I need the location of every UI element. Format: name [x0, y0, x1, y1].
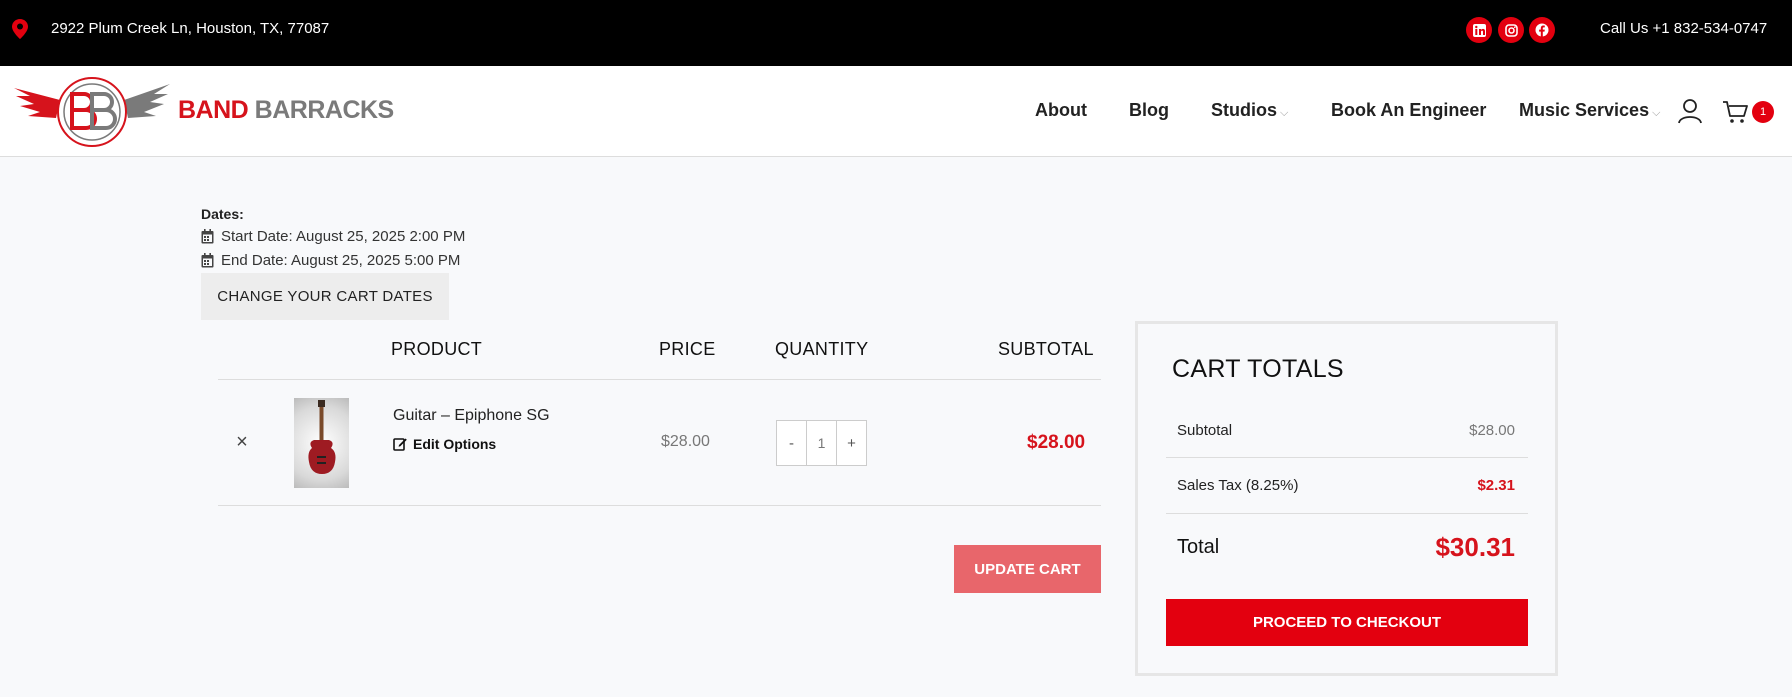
total-label: Total	[1177, 536, 1220, 558]
totals-divider	[1166, 513, 1528, 514]
column-header-product: PRODUCT	[391, 339, 483, 359]
calendar-icon	[201, 253, 214, 268]
calendar-icon	[201, 229, 214, 244]
quantity-stepper: - 1 +	[776, 420, 867, 466]
nav-studios[interactable]: Studios ⌵	[1211, 100, 1288, 121]
start-date-text: Start Date: August 25, 2025 2:00 PM	[221, 228, 466, 245]
linkedin-icon[interactable]	[1466, 17, 1492, 43]
nav-about[interactable]: About	[1035, 100, 1087, 121]
user-account-icon[interactable]	[1678, 98, 1702, 124]
chevron-down-icon: ⌵	[1280, 107, 1289, 119]
start-date: Start Date: August 25, 2025 2:00 PM	[201, 228, 465, 245]
end-date-text: End Date: August 25, 2025 5:00 PM	[221, 252, 461, 269]
product-price: $28.00	[661, 433, 710, 450]
main-header: BAND BARRACKS About Blog Studios ⌵ Book A…	[0, 66, 1792, 157]
column-header-price: PRICE	[659, 339, 716, 359]
column-header-quantity: QUANTITY	[775, 339, 869, 359]
band-barracks-logo[interactable]	[12, 76, 172, 148]
cart-icon[interactable]	[1722, 100, 1748, 124]
brand-name-gray: BARRACKS	[254, 96, 395, 124]
location-pin-icon	[12, 19, 28, 39]
subtotal-value: $28.00	[1469, 422, 1515, 439]
end-date: End Date: August 25, 2025 5:00 PM	[201, 252, 460, 269]
edit-options-link[interactable]: Edit Options	[393, 436, 496, 452]
top-bar: 2922 Plum Creek Ln, Houston, TX, 77087 C…	[0, 0, 1792, 66]
brand-name-red: BAND	[178, 96, 249, 124]
table-divider	[218, 505, 1101, 506]
line-subtotal: $28.00	[1027, 432, 1086, 453]
tax-value: $2.31	[1477, 477, 1515, 494]
nav-blog[interactable]: Blog	[1129, 100, 1169, 121]
totals-divider	[1166, 457, 1528, 458]
edit-options-label: Edit Options	[413, 436, 497, 452]
cart-count-badge[interactable]: 1	[1752, 101, 1774, 123]
quantity-decrease-button[interactable]: -	[777, 421, 806, 465]
product-name[interactable]: Guitar – Epiphone SG	[393, 407, 550, 425]
column-header-subtotal: SUBTOTAL	[998, 339, 1094, 359]
nav-book-engineer[interactable]: Book An Engineer	[1331, 100, 1486, 121]
nav-music-services[interactable]: Music Services ⌵	[1519, 100, 1660, 121]
guitar-image	[308, 400, 336, 474]
instagram-icon[interactable]	[1498, 17, 1524, 43]
phone-text[interactable]: Call Us +1 832-534-0747	[1600, 20, 1767, 37]
brand-name[interactable]: BAND BARRACKS	[178, 96, 394, 125]
update-cart-button[interactable]: UPDATE CART	[954, 545, 1101, 593]
cart-totals-title: CART TOTALS	[1172, 355, 1344, 383]
dates-label: Dates:	[201, 206, 244, 222]
chevron-down-icon: ⌵	[1652, 107, 1661, 119]
address-text: 2922 Plum Creek Ln, Houston, TX, 77087	[51, 20, 330, 37]
quantity-increase-button[interactable]: +	[837, 421, 866, 465]
quantity-input[interactable]: 1	[806, 421, 837, 465]
tax-label: Sales Tax (8.25%)	[1177, 477, 1299, 494]
subtotal-label: Subtotal	[1177, 422, 1233, 439]
facebook-icon[interactable]	[1529, 17, 1555, 43]
product-thumbnail[interactable]	[294, 398, 349, 488]
change-cart-dates-button[interactable]: CHANGE YOUR CART DATES	[201, 273, 449, 320]
remove-item-icon[interactable]: ×	[232, 432, 252, 452]
edit-icon	[393, 438, 407, 451]
proceed-to-checkout-button[interactable]: PROCEED TO CHECKOUT	[1166, 599, 1528, 646]
table-divider	[218, 379, 1101, 380]
total-value: $30.31	[1435, 532, 1515, 562]
nav-music-services-label: Music Services	[1519, 100, 1650, 120]
nav-studios-label: Studios	[1211, 100, 1277, 120]
